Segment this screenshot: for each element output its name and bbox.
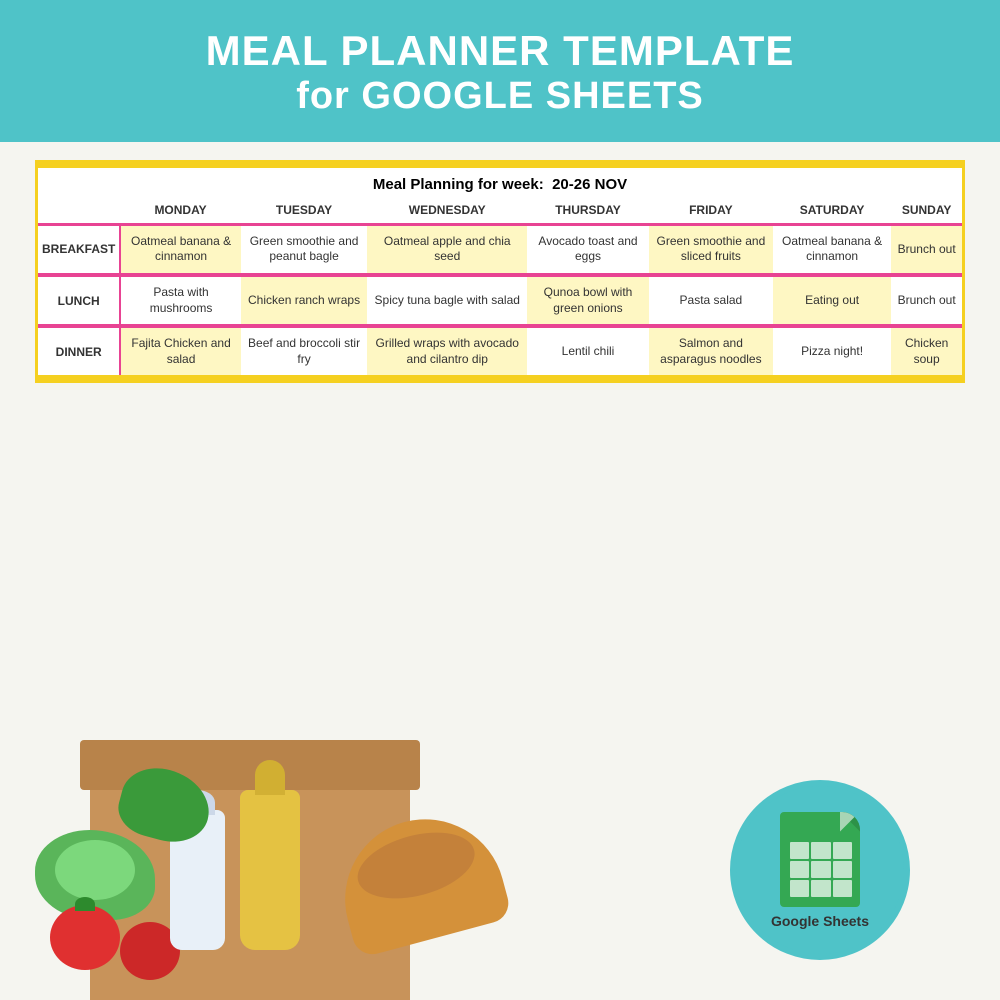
content-area: Meal Planning for week: 20-26 NOV MONDAY… xyxy=(0,142,1000,1000)
bottom-area: Google Sheets xyxy=(30,383,970,1000)
header-thursday: THURSDAY xyxy=(527,197,649,225)
google-sheets-label: Google Sheets xyxy=(771,913,869,929)
grid-cell xyxy=(833,861,852,878)
header-row: MONDAY TUESDAY WEDNESDAY THURSDAY FRIDAY… xyxy=(38,197,962,225)
lunch-monday: Pasta with mushrooms xyxy=(120,277,240,324)
grocery-illustration xyxy=(30,700,530,1000)
dinner-saturday: Pizza night! xyxy=(773,328,891,375)
header-tuesday: TUESDAY xyxy=(241,197,368,225)
dinner-label: DINNER xyxy=(38,328,120,375)
header-monday: MONDAY xyxy=(120,197,240,225)
grid-cell xyxy=(790,880,809,897)
dinner-friday: Salmon and asparagus noodles xyxy=(649,328,773,375)
meal-table: MONDAY TUESDAY WEDNESDAY THURSDAY FRIDAY… xyxy=(38,197,962,376)
header-saturday: SATURDAY xyxy=(773,197,891,225)
header-sunday: SUNDAY xyxy=(891,197,962,225)
grid-cell xyxy=(811,880,830,897)
icon-grid xyxy=(790,842,852,897)
header-wednesday: WEDNESDAY xyxy=(367,197,527,225)
breakfast-tuesday: Green smoothie and peanut bagle xyxy=(241,224,368,273)
icon-fold xyxy=(840,812,860,832)
breakfast-friday: Green smoothie and sliced fruits xyxy=(649,224,773,273)
breakfast-row: BREAKFAST Oatmeal banana & cinnamon Gree… xyxy=(38,224,962,273)
lunch-friday: Pasta salad xyxy=(649,277,773,324)
grid-cell xyxy=(811,842,830,859)
lunch-sunday: Brunch out xyxy=(891,277,962,324)
grid-cell xyxy=(790,842,809,859)
grid-cell xyxy=(833,880,852,897)
banner-title-main: MEAL PLANNER TEMPLATE xyxy=(20,28,980,74)
lunch-tuesday: Chicken ranch wraps xyxy=(241,277,368,324)
grid-cell xyxy=(833,842,852,859)
tomato-icon xyxy=(50,905,120,970)
grid-cell xyxy=(811,861,830,878)
oil-bottle-icon xyxy=(240,790,300,950)
google-sheets-badge: Google Sheets xyxy=(730,780,910,960)
google-sheets-icon xyxy=(780,812,860,907)
breakfast-saturday: Oatmeal banana & cinnamon xyxy=(773,224,891,273)
breakfast-thursday: Avocado toast and eggs xyxy=(527,224,649,273)
banner: MEAL PLANNER TEMPLATE for GOOGLE SHEETS xyxy=(0,0,1000,142)
dinner-row: DINNER Fajita Chicken and salad Beef and… xyxy=(38,328,962,375)
breakfast-label: BREAKFAST xyxy=(38,224,120,273)
lunch-thursday: Qunoa bowl with green onions xyxy=(527,277,649,324)
header-friday: FRIDAY xyxy=(649,197,773,225)
dinner-wednesday: Grilled wraps with avocado and cilantro … xyxy=(367,328,527,375)
week-label: Meal Planning for week: 20-26 NOV xyxy=(38,168,962,197)
dinner-sunday: Chicken soup xyxy=(891,328,962,375)
dinner-thursday: Lentil chili xyxy=(527,328,649,375)
lunch-row: LUNCH Pasta with mushrooms Chicken ranch… xyxy=(38,277,962,324)
dinner-monday: Fajita Chicken and salad xyxy=(120,328,240,375)
page-wrapper: MEAL PLANNER TEMPLATE for GOOGLE SHEETS … xyxy=(0,0,1000,1000)
breakfast-wednesday: Oatmeal apple and chia seed xyxy=(367,224,527,273)
planner-container: Meal Planning for week: 20-26 NOV MONDAY… xyxy=(35,160,965,384)
banner-title-sub: for GOOGLE SHEETS xyxy=(20,74,980,120)
lunch-label: LUNCH xyxy=(38,277,120,324)
breakfast-sunday: Brunch out xyxy=(891,224,962,273)
grid-cell xyxy=(790,861,809,878)
breakfast-monday: Oatmeal banana & cinnamon xyxy=(120,224,240,273)
lunch-wednesday: Spicy tuna bagle with salad xyxy=(367,277,527,324)
dinner-tuesday: Beef and broccoli stir fry xyxy=(241,328,368,375)
header-empty xyxy=(38,197,120,225)
lunch-saturday: Eating out xyxy=(773,277,891,324)
